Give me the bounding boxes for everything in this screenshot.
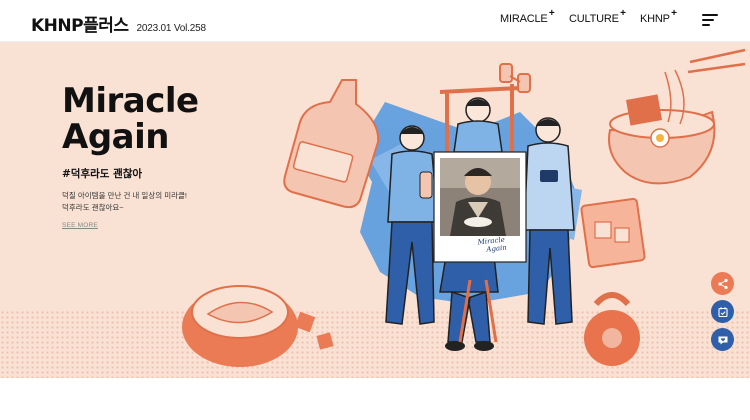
hero-description-line2: 덕후라도 괜찮아요~ [62, 203, 124, 212]
hero-description-line1: 덕질 아이템을 만난 건 내 일상의 미라클! [62, 191, 187, 200]
person-seated [439, 255, 499, 351]
plus-icon: + [671, 8, 677, 19]
hero-title-line2: Again [62, 117, 169, 157]
site-logo[interactable]: KHNP플러스 2023.01 Vol.258 [31, 11, 206, 36]
calendar-button[interactable] [711, 300, 734, 323]
person-left [385, 125, 439, 325]
bottle-icon [283, 79, 380, 209]
see-more-link[interactable]: SEE MORE [62, 222, 98, 229]
hamburger-menu-icon[interactable] [702, 14, 718, 27]
hero-banner: Miracle Again Miracle Again #덕후라도 괜찮아 덕질… [0, 42, 750, 378]
clay-pot-icon [182, 285, 334, 367]
site-header: KHNP플러스 2023.01 Vol.258 MIRACLE + CULTUR… [0, 0, 750, 42]
hero-title: Miracle Again [62, 83, 199, 155]
subscribe-button[interactable] [711, 328, 734, 351]
person-middle-top [453, 97, 503, 153]
nav-culture[interactable]: CULTURE + [569, 8, 626, 25]
hero-title-line1: Miracle [62, 81, 199, 121]
whisky-glass-icon [580, 197, 646, 269]
nav-culture-label[interactable]: CULTURE [569, 13, 619, 25]
person-right [523, 117, 575, 325]
page-footer-space [0, 378, 750, 420]
nav-miracle[interactable]: MIRACLE + [500, 8, 555, 25]
ramen-bowl-icon [608, 48, 746, 185]
issue-number: 2023.01 Vol.258 [136, 23, 206, 34]
plus-icon: + [548, 8, 555, 19]
heart-chat-icon [718, 336, 727, 344]
share-button[interactable] [711, 272, 734, 295]
logo-text[interactable]: KHNP플러스 [31, 11, 129, 36]
plus-icon: + [620, 8, 626, 19]
kettlebell-icon [584, 292, 640, 366]
nav-miracle-label[interactable]: MIRACLE [500, 13, 548, 25]
nav-khnp-label[interactable]: KHNP [640, 13, 670, 25]
polaroid-caption: Miracle Again [477, 236, 507, 255]
calendar-check-icon [717, 306, 728, 317]
nav-khnp[interactable]: KHNP + [640, 8, 677, 25]
hero-hashtag: #덕후라도 괜찮아 [62, 168, 143, 180]
hero-description: 덕질 아이템을 만난 건 내 일상의 미라클! 덕후라도 괜찮아요~ [62, 190, 187, 214]
share-icon [717, 278, 728, 289]
